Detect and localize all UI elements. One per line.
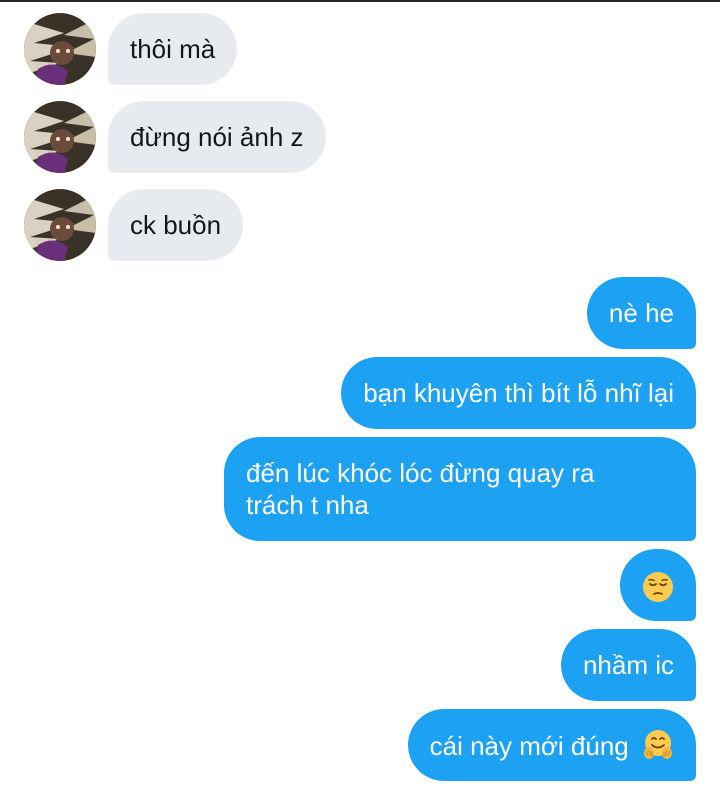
avatar-image xyxy=(24,13,96,85)
message-text-line-1: đến lúc khóc lóc đừng quay ra xyxy=(246,458,595,488)
outgoing-message[interactable]: cái này mới đúng xyxy=(407,709,696,781)
incoming-message[interactable]: thôi mà xyxy=(108,13,238,85)
top-divider xyxy=(0,0,720,2)
hugging-face-icon xyxy=(644,730,672,759)
outgoing-message[interactable]: bạn khuyên thì bít lỗ nhĩ lại xyxy=(341,357,696,429)
pensive-face-icon xyxy=(643,572,673,603)
incoming-message[interactable]: đừng nói ảnh z xyxy=(108,101,326,173)
avatar[interactable] xyxy=(24,189,96,261)
incoming-message[interactable]: ck buồn xyxy=(108,189,244,261)
message-text: thôi mà xyxy=(130,34,216,64)
outgoing-message[interactable] xyxy=(620,549,696,621)
avatar-image xyxy=(24,101,96,173)
avatar-image xyxy=(24,189,96,261)
outgoing-message[interactable]: nè he xyxy=(586,277,696,349)
message-text: bạn khuyên thì bít lỗ nhĩ lại xyxy=(363,378,674,408)
outgoing-message[interactable]: nhầm ic xyxy=(560,629,696,701)
message-text: nhầm ic xyxy=(582,650,674,680)
message-text: đừng nói ảnh z xyxy=(130,122,304,152)
message-text: ck buồn xyxy=(130,210,222,240)
avatar[interactable] xyxy=(24,13,96,85)
message-text-line-2: trách t nha xyxy=(246,490,369,520)
message-text: nè he xyxy=(608,298,674,328)
message-text: cái này mới đúng xyxy=(429,731,629,761)
avatar[interactable] xyxy=(24,101,96,173)
outgoing-message[interactable]: đến lúc khóc lóc đừng quay ra trách t nh… xyxy=(224,437,696,541)
